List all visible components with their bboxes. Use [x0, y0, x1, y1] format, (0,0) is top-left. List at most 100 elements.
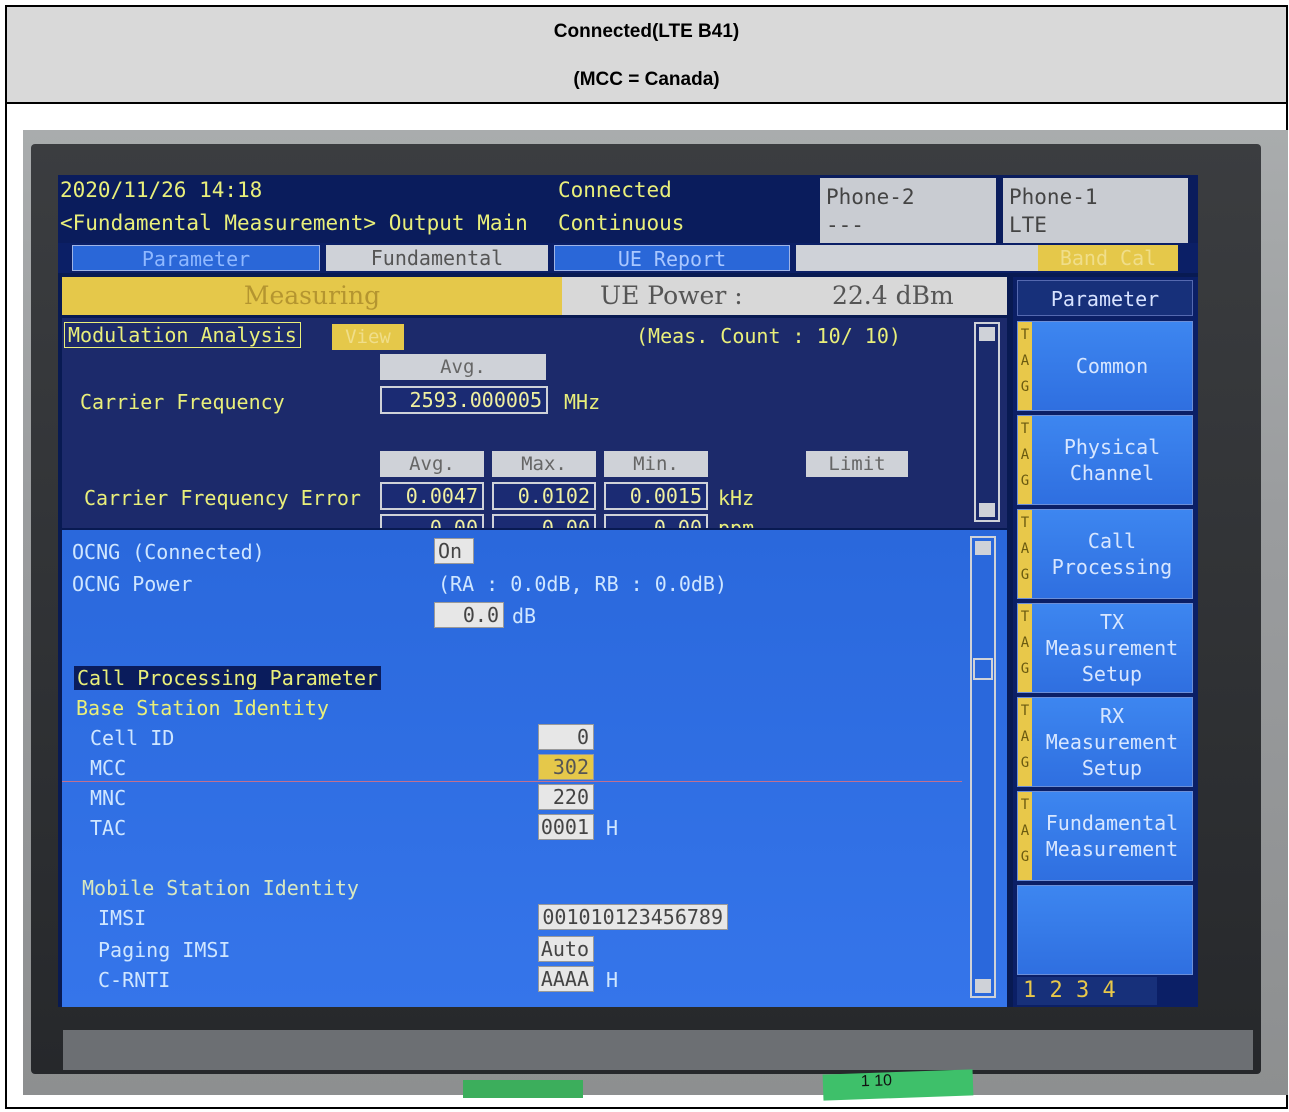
call-processing-section: Call Processing Parameter — [74, 666, 382, 690]
highlight-divider — [62, 781, 962, 782]
phone1-value: LTE — [1009, 213, 1047, 237]
status-bar: 2020/11/26 14:18 <Fundamental Measuremen… — [58, 175, 1198, 250]
modulation-scrollbar[interactable] — [974, 322, 1000, 522]
ocng-power-label: OCNG Power — [72, 572, 193, 596]
ue-power-label: UE Power : — [600, 281, 743, 310]
scroll-down-icon[interactable] — [979, 503, 995, 517]
ocng-connected-label: OCNG (Connected) — [72, 540, 265, 564]
paging-imsi-label: Paging IMSI — [98, 938, 231, 962]
carrier-frequency-label: Carrier Frequency — [80, 390, 285, 414]
tab-bar: Parameter Fundamental UE Report Band Cal — [58, 243, 1198, 273]
phone1-title: Phone-1 — [1009, 185, 1098, 209]
call-state: Connected — [558, 178, 672, 202]
ppm-max: 0.00 — [492, 514, 596, 528]
screen-path: <Fundamental Measurement> Output Main — [60, 211, 528, 235]
tab-ue-report[interactable]: UE Report — [554, 245, 790, 271]
header-subtitle: (MCC = Canada) — [573, 69, 720, 90]
modulation-title: Modulation Analysis — [64, 322, 301, 348]
carrier-err-avg: 0.0047 — [380, 482, 484, 510]
crnti-unit: H — [606, 968, 619, 992]
tac-field[interactable]: 0001 — [538, 814, 594, 840]
tac-label: TAC — [90, 816, 127, 840]
parameter-panel: OCNG (Connected) On OCNG Power (RA : 0.0… — [62, 530, 1007, 1007]
imsi-field[interactable]: 001010123456789 — [538, 904, 728, 930]
tester-screen: 2020/11/26 14:18 <Fundamental Measuremen… — [58, 175, 1198, 1007]
ppm-avg: 0.00 — [380, 514, 484, 528]
softkey-fundamental-measurement[interactable]: T A G Fundamental Measurement — [1017, 791, 1193, 881]
instrument-photo: 1 10 2020/11/26 14:18 <Fundamental Measu… — [23, 130, 1288, 1101]
tag-marker: T A G — [1018, 792, 1032, 880]
tag-marker: T A G — [1018, 322, 1032, 410]
softkey-rx-measurement-setup[interactable]: T A G RX Measurement Setup — [1017, 697, 1193, 787]
err-max-header: Max. — [492, 451, 596, 477]
ocng-power-value[interactable]: 0.0 — [434, 602, 504, 628]
carrier-frequency-value: 2593.000005 — [380, 386, 548, 414]
header-title: Connected(LTE B41) — [553, 21, 740, 42]
tag-marker: T A G — [1018, 698, 1032, 786]
ue-power-value: 22.4 dBm — [832, 281, 954, 310]
band-cal-button[interactable]: Band Cal — [1038, 245, 1178, 271]
phone2-status[interactable]: Phone-2 --- — [820, 178, 996, 245]
phone2-value: --- — [826, 213, 864, 237]
tag-marker: T A G — [1018, 510, 1032, 598]
avg-header: Avg. — [380, 354, 546, 380]
carrier-err-max: 0.0102 — [492, 482, 596, 510]
crnti-field[interactable]: AAAA — [538, 966, 594, 992]
carrier-err-min: 0.0015 — [604, 482, 708, 510]
bs-identity-heading: Base Station Identity — [76, 696, 329, 720]
cell-id-label: Cell ID — [90, 726, 175, 750]
scroll-up-icon[interactable] — [979, 327, 995, 341]
measuring-status: Measuring — [62, 277, 562, 315]
ocng-power-detail: (RA : 0.0dB, RB : 0.0dB) — [438, 572, 727, 596]
document-frame: Connected(LTE B41) (MCC = Canada) 1 10 2… — [5, 5, 1288, 1109]
green-tape — [463, 1080, 583, 1098]
tab-parameter[interactable]: Parameter — [72, 245, 320, 271]
monitor-lower-bezel — [63, 1030, 1253, 1070]
green-label: 1 10 — [822, 1069, 974, 1101]
carrier-err-unit: kHz — [718, 486, 755, 510]
imsi-label: IMSI — [98, 906, 147, 930]
softkey-header: Parameter — [1017, 280, 1193, 316]
datetime: 2020/11/26 14:18 — [60, 178, 263, 202]
err-avg-header: Avg. — [380, 451, 484, 477]
mnc-label: MNC — [90, 786, 127, 810]
modulation-analysis-panel: Modulation Analysis View (Meas. Count : … — [62, 318, 1007, 528]
tac-unit: H — [606, 816, 619, 840]
mcc-label: MCC — [90, 756, 127, 780]
ocng-power-unit: dB — [512, 604, 537, 628]
softkey-panel: Parameter T A G Common T A G Physical Ch… — [1013, 277, 1198, 1007]
scroll-down-icon[interactable] — [975, 979, 991, 993]
carrier-frequency-error-label: Carrier Frequency Error — [84, 486, 361, 510]
softkey-empty[interactable] — [1017, 885, 1193, 975]
scroll-up-icon[interactable] — [975, 541, 991, 555]
softkey-page-selector[interactable]: 1 2 3 4 — [1017, 977, 1157, 1005]
cell-id-field[interactable]: 0 — [538, 724, 594, 750]
crnti-label: C-RNTI — [98, 968, 171, 992]
softkey-physical-channel[interactable]: T A G Physical Channel — [1017, 415, 1193, 505]
ppm-min: 0.00 — [604, 514, 708, 528]
meas-count: (Meas. Count : 10/ 10) — [636, 324, 901, 348]
phone1-status[interactable]: Phone-1 LTE — [1003, 178, 1188, 245]
measuring-bar: Measuring UE Power : 22.4 dBm — [62, 277, 1007, 315]
softkey-tx-measurement-setup[interactable]: T A G TX Measurement Setup — [1017, 603, 1193, 693]
phone2-title: Phone-2 — [826, 185, 915, 209]
parameter-scrollbar[interactable] — [970, 536, 996, 998]
tag-marker: T A G — [1018, 416, 1032, 504]
document-header: Connected(LTE B41) (MCC = Canada) — [7, 7, 1286, 104]
ocng-connected-value[interactable]: On — [434, 538, 474, 564]
tab-fundamental[interactable]: Fundamental — [326, 245, 548, 271]
softkey-common[interactable]: T A G Common — [1017, 321, 1193, 411]
mcc-field[interactable]: 302 — [538, 754, 594, 780]
err-min-header: Min. — [604, 451, 708, 477]
softkey-call-processing[interactable]: T A G Call Processing — [1017, 509, 1193, 599]
ms-identity-heading: Mobile Station Identity — [82, 876, 359, 900]
ppm-unit: ppm — [718, 516, 755, 528]
carrier-frequency-unit: MHz — [564, 390, 601, 414]
mnc-field[interactable]: 220 — [538, 784, 594, 810]
limit-button[interactable]: Limit — [806, 451, 908, 477]
view-button[interactable]: View — [332, 324, 404, 350]
scroll-thumb[interactable] — [973, 658, 993, 680]
measure-mode: Continuous — [558, 211, 685, 235]
paging-imsi-field[interactable]: Auto — [538, 936, 594, 962]
tag-marker: T A G — [1018, 604, 1032, 692]
